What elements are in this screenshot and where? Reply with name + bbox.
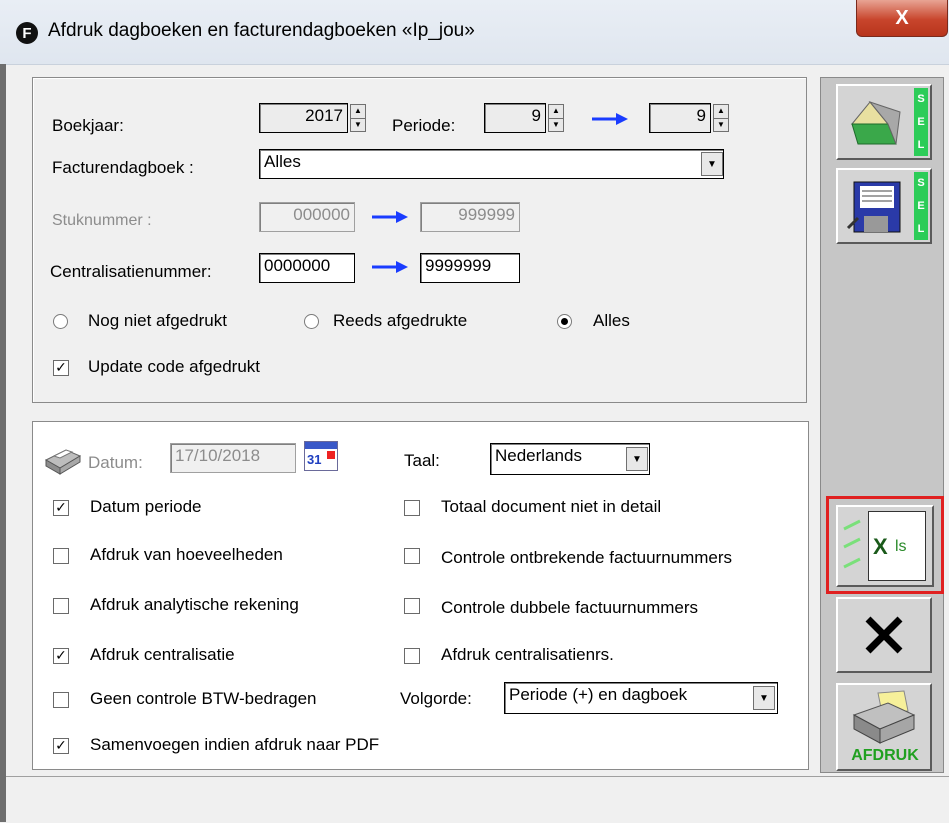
excel-file-icon: X ls xyxy=(868,511,926,581)
checkbox-label: Controle dubbele factuurnummers xyxy=(441,598,699,617)
title-bar: F Afdruk dagboeken en facturendagboeken … xyxy=(0,0,949,65)
checkbox-label: Afdruk analytische rekening xyxy=(90,595,299,614)
centralisatie-to-input[interactable]: 9999999 xyxy=(420,253,520,283)
afdruk-hoeveelheden-checkbox[interactable] xyxy=(53,548,69,564)
window-title: Afdruk dagboeken en facturendagboeken «I… xyxy=(48,20,475,41)
boekjaar-label: Boekjaar: xyxy=(52,116,124,135)
export-arrows-icon xyxy=(843,519,861,569)
close-icon xyxy=(865,616,903,654)
checkbox-label: Afdruk centralisatie xyxy=(90,645,235,664)
datum-label: Datum: xyxy=(88,453,143,472)
facturendagboek-label: Facturendagboek : xyxy=(52,158,194,177)
afdruk-analytische-rekening-checkbox[interactable] xyxy=(53,598,69,614)
save-disk-icon xyxy=(846,181,901,233)
spin-up-icon[interactable]: ▲ xyxy=(351,105,365,118)
range-arrow-icon xyxy=(372,261,408,273)
xls-text: ls xyxy=(895,538,907,555)
totaal-document-checkbox[interactable] xyxy=(404,500,420,516)
checkbox-label: Totaal document niet in detail xyxy=(441,497,662,516)
stuknummer-label: Stuknummer : xyxy=(52,212,152,229)
spin-down-icon[interactable]: ▼ xyxy=(351,117,365,132)
facturendagboek-select[interactable]: Alles xyxy=(259,149,724,179)
radio-label: Nog niet afgedrukt xyxy=(88,311,227,330)
periode-from-input[interactable]: 9 xyxy=(484,103,546,133)
periode-to-spinner[interactable]: ▲ ▼ xyxy=(713,104,729,132)
taal-label: Taal: xyxy=(404,451,440,470)
spin-down-icon[interactable]: ▼ xyxy=(549,117,563,132)
print-button[interactable]: AFDRUK xyxy=(836,683,932,771)
periode-from-spinner[interactable]: ▲ ▼ xyxy=(548,104,564,132)
stuknummer-from-input: 000000 xyxy=(259,202,355,232)
chevron-down-icon[interactable]: ▼ xyxy=(701,152,723,176)
geen-controle-btw-checkbox[interactable] xyxy=(53,692,69,708)
datum-periode-checkbox[interactable]: ✓ xyxy=(53,500,69,516)
select-save-button[interactable]: SEL xyxy=(836,168,932,244)
update-code-label: Update code afgedrukt xyxy=(88,357,261,376)
checkbox-label: Geen controle BTW-bedragen xyxy=(90,689,317,708)
range-arrow-icon xyxy=(372,211,408,223)
stuknummer-to-input: 999999 xyxy=(420,202,520,232)
printer-icon xyxy=(852,690,916,744)
spin-down-icon[interactable]: ▼ xyxy=(714,117,728,132)
radio-reeds-afgedrukte[interactable] xyxy=(304,314,319,329)
centralisatie-from-input[interactable]: 0000000 xyxy=(259,253,355,283)
spin-up-icon[interactable]: ▲ xyxy=(714,105,728,118)
periode-to-input[interactable]: 9 xyxy=(649,103,711,133)
controle-ontbrekende-checkbox[interactable] xyxy=(404,548,420,564)
export-excel-button[interactable]: X ls xyxy=(836,505,934,587)
select-open-button[interactable]: SEL xyxy=(836,84,932,160)
spin-up-icon[interactable]: ▲ xyxy=(549,105,563,118)
radio-alles[interactable] xyxy=(557,314,572,329)
window-frame xyxy=(0,64,6,822)
checkbox-label: Samenvoegen indien afdruk naar PDF xyxy=(90,735,380,754)
calendar-icon[interactable]: 31 xyxy=(304,441,338,471)
boekjaar-spinner[interactable]: ▲ ▼ xyxy=(350,104,366,132)
volgorde-label: Volgorde: xyxy=(400,689,472,708)
afdruk-label: AFDRUK xyxy=(851,747,919,764)
chevron-down-icon[interactable]: ▼ xyxy=(753,686,775,710)
open-folder-icon xyxy=(850,100,901,145)
checkbox-label: Afdruk centralisatienrs. xyxy=(441,645,614,664)
centralisatie-label: Centralisatienummer: xyxy=(50,262,212,281)
update-code-checkbox[interactable]: ✓ xyxy=(53,360,69,376)
periode-label: Periode: xyxy=(392,116,456,135)
datum-input: 17/10/2018 xyxy=(170,443,296,473)
boekjaar-input[interactable]: 2017 xyxy=(259,103,348,133)
printer-icon xyxy=(44,449,82,475)
afdruk-centralisatie-checkbox[interactable]: ✓ xyxy=(53,648,69,664)
volgorde-select[interactable]: Periode (+) en dagboek xyxy=(504,682,778,714)
app-icon: F xyxy=(16,22,38,44)
controle-dubbele-checkbox[interactable] xyxy=(404,598,420,614)
calendar-day: 31 xyxy=(307,452,322,467)
sel-badge: SEL xyxy=(914,172,928,240)
status-bar xyxy=(6,776,949,823)
checkbox-label: Datum periode xyxy=(90,497,202,516)
close-window-button[interactable]: X xyxy=(856,0,948,37)
checkbox-label: Afdruk van hoeveelheden xyxy=(90,545,283,564)
checkbox-label: Controle ontbrekende factuurnummers xyxy=(441,548,733,567)
samenvoegen-pdf-checkbox[interactable]: ✓ xyxy=(53,738,69,754)
radio-label: Reeds afgedrukte xyxy=(333,311,468,330)
cancel-button[interactable] xyxy=(836,597,932,673)
radio-label: Alles xyxy=(593,311,630,330)
chevron-down-icon[interactable]: ▼ xyxy=(626,447,648,471)
range-arrow-icon xyxy=(592,113,628,125)
radio-nog-niet-afgedrukt[interactable] xyxy=(53,314,68,329)
sel-badge: SEL xyxy=(914,88,928,156)
afdruk-centralisatienrs-checkbox[interactable] xyxy=(404,648,420,664)
